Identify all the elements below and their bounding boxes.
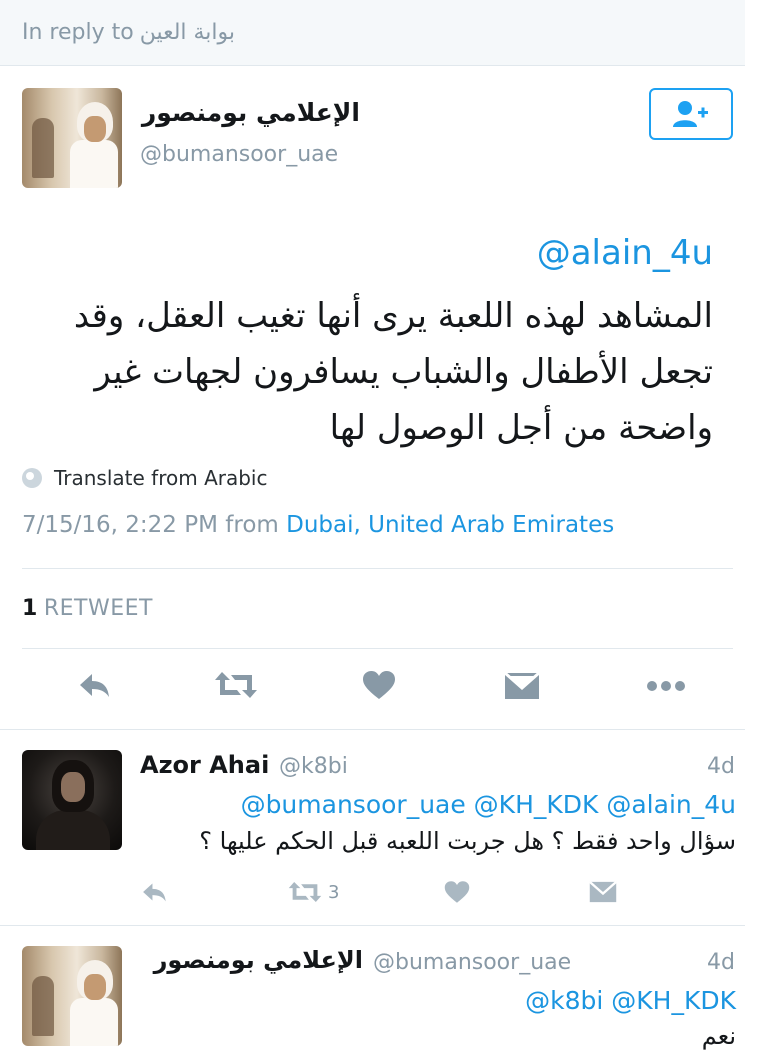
reply-author-name[interactable]: Azor Ahai [140, 751, 269, 779]
retweet-icon [288, 881, 322, 903]
tweet-location[interactable]: Dubai, United Arab Emirates [286, 512, 614, 538]
translate-link[interactable]: Translate from Arabic [22, 466, 267, 490]
heart-icon [363, 671, 395, 699]
reply-icon [80, 674, 109, 697]
reply-text: سؤال واحد فقط ؟ هل جربت اللعبه قبل الحكم… [199, 827, 736, 855]
add-user-icon [673, 101, 708, 127]
reply-author-name[interactable]: الإعلامي بومنصور [154, 946, 363, 974]
message-button[interactable] [589, 881, 617, 903]
translate-label: Translate from Arabic [54, 466, 268, 490]
retweet-button[interactable] [214, 670, 258, 700]
author-handle[interactable]: @bumansoor_uae [140, 142, 338, 167]
more-icon [647, 681, 685, 691]
retweet-label: RETWEET [43, 596, 153, 621]
reply-avatar[interactable] [22, 750, 122, 850]
reply-avatar[interactable] [22, 946, 122, 1046]
reply-mentions[interactable]: @bumansoor_uae @KH_KDK @alain_4u [241, 790, 736, 819]
in-reply-to-label: In reply to [22, 20, 134, 45]
in-reply-to-user[interactable]: بوابة العين [140, 20, 235, 45]
reply-author-handle[interactable]: @k8bi [279, 754, 348, 779]
globe-icon [22, 468, 42, 488]
retweet-count: 1 [22, 596, 38, 621]
reply-author-handle[interactable]: @bumansoor_uae [373, 950, 571, 975]
retweet-stats[interactable]: 1 RETWEET [22, 596, 153, 621]
more-button[interactable] [646, 680, 686, 692]
divider [22, 568, 733, 569]
tweet-text: المشاهد لهذه اللعبة يرى أنها تغيب العقل،… [73, 296, 713, 448]
tweet-mention[interactable]: @alain_4u [537, 233, 713, 273]
retweet-icon [215, 672, 257, 698]
separator [0, 925, 745, 926]
in-reply-to-bar[interactable]: In reply to بوابة العين [0, 0, 745, 66]
reply-time: 4d [707, 754, 735, 779]
timestamp-text: 7/15/16, 2:22 PM from [22, 512, 279, 538]
like-button[interactable] [362, 670, 396, 700]
retweet-count: 3 [328, 881, 340, 903]
reply-button[interactable] [140, 880, 168, 904]
divider [22, 648, 733, 649]
heart-icon [444, 881, 470, 903]
reply-time: 4d [707, 950, 735, 975]
reply-text: نعم [701, 1022, 736, 1050]
envelope-icon [589, 881, 617, 903]
separator [0, 729, 745, 730]
reply-icon [143, 883, 166, 902]
author-avatar[interactable] [22, 88, 122, 188]
reply-mentions[interactable]: @k8bi @KH_KDK [525, 986, 736, 1015]
follow-button[interactable] [649, 88, 733, 140]
envelope-icon [504, 672, 540, 699]
tweet-timestamp: 7/15/16, 2:22 PM from Dubai, United Arab… [22, 512, 614, 538]
reply-button[interactable] [76, 670, 112, 700]
author-name[interactable]: الإعلامي بومنصور [142, 98, 360, 127]
retweet-button[interactable]: 3 [288, 880, 339, 904]
message-button[interactable] [504, 672, 540, 700]
like-button[interactable] [444, 880, 470, 904]
